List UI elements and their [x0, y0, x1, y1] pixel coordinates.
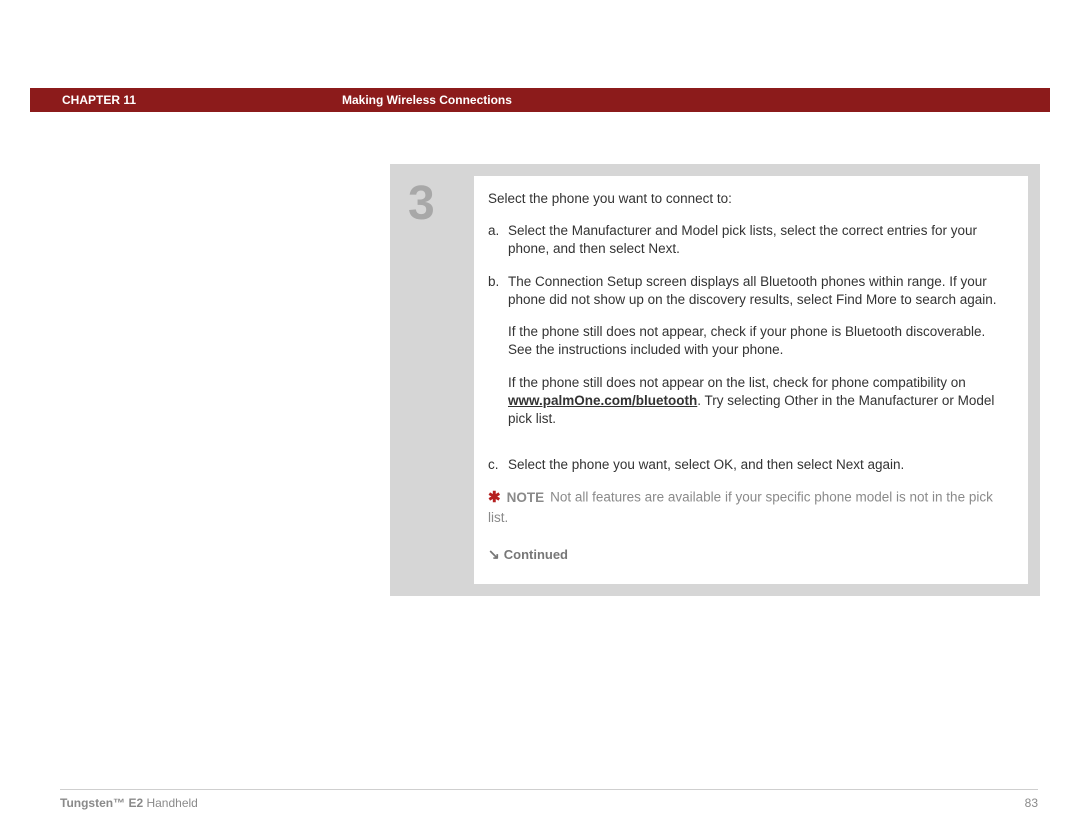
sub-para-b3: If the phone still does not appear on th…: [508, 374, 1006, 429]
page-footer: Tungsten™ E2 Handheld 83: [60, 789, 1038, 810]
sub-text: Select the phone you want, select OK, an…: [508, 456, 1006, 474]
sub-item-c: c. Select the phone you want, select OK,…: [488, 456, 1006, 474]
step-number: 3: [402, 176, 456, 584]
note-icon: ✱: [488, 488, 501, 508]
sub-para-b1: The Connection Setup screen displays all…: [508, 273, 1006, 309]
b3-prefix: If the phone still does not appear on th…: [508, 375, 966, 390]
sub-text: Select the Manufacturer and Model pick l…: [508, 222, 1006, 258]
sub-para-b2: If the phone still does not appear, chec…: [508, 323, 1006, 359]
continued-arrow-icon: ↘: [488, 545, 500, 564]
note-row: ✱ NOTENot all features are available if y…: [488, 488, 1006, 526]
footer-product-rest: Handheld: [143, 796, 198, 810]
sub-item-a: a. Select the Manufacturer and Model pic…: [488, 222, 1006, 258]
sub-list: a. Select the Manufacturer and Model pic…: [488, 222, 1006, 474]
note-text: Not all features are available if your s…: [488, 490, 993, 525]
step-inner: 3 Select the phone you want to connect t…: [402, 176, 1028, 584]
note-label: NOTE: [507, 490, 545, 505]
footer-product: Tungsten™ E2 Handheld: [60, 796, 198, 810]
sub-letter: b.: [488, 273, 508, 443]
footer-page-number: 83: [1025, 796, 1038, 810]
chapter-label: CHAPTER 11: [62, 93, 136, 107]
compatibility-link[interactable]: www.palmOne.com/bluetooth: [508, 393, 697, 408]
continued-row: ↘ Continued: [488, 545, 1006, 564]
continued-label: Continued: [504, 547, 568, 562]
step-container: 3 Select the phone you want to connect t…: [390, 164, 1040, 596]
step-content: Select the phone you want to connect to:…: [474, 176, 1028, 584]
chapter-header: CHAPTER 11 Making Wireless Connections: [30, 88, 1050, 112]
chapter-title: Making Wireless Connections: [342, 93, 512, 107]
footer-product-bold: Tungsten™ E2: [60, 796, 143, 810]
sub-text: The Connection Setup screen displays all…: [508, 273, 1006, 443]
sub-letter: a.: [488, 222, 508, 258]
sub-letter: c.: [488, 456, 508, 474]
step-intro: Select the phone you want to connect to:: [488, 190, 1006, 208]
sub-item-b: b. The Connection Setup screen displays …: [488, 273, 1006, 443]
